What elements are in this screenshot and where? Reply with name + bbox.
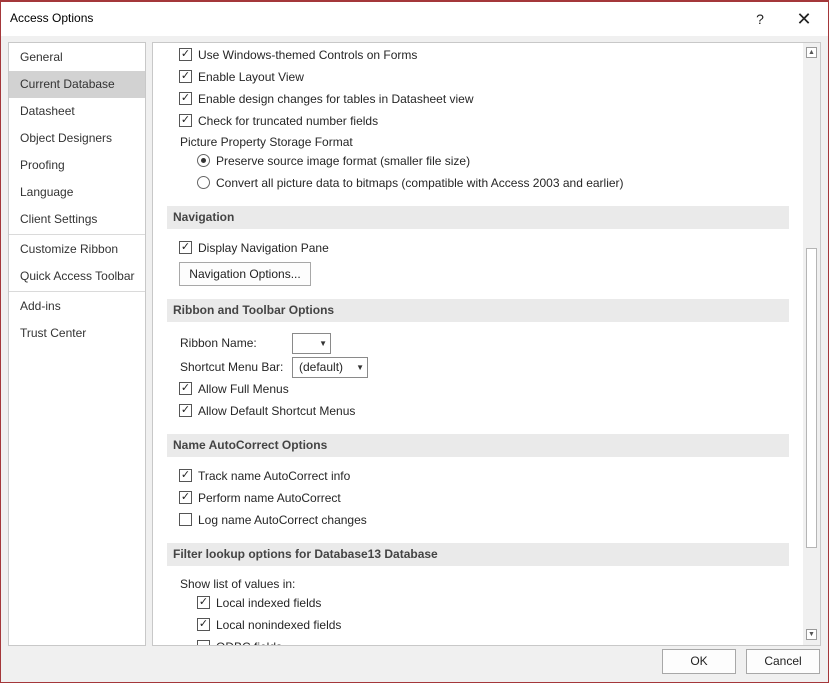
vertical-scrollbar[interactable]: ▲ ▼ (803, 43, 820, 645)
checkbox[interactable]: ✓ (179, 469, 192, 482)
checkbox[interactable]: ✓ (197, 596, 210, 609)
sidebar-item-customize-ribbon[interactable]: Customize Ribbon (9, 236, 145, 263)
navigation-options-button[interactable]: Navigation Options... (179, 262, 311, 286)
title-bar: Access Options ? ✕ (1, 2, 828, 36)
checkbox[interactable]: ✓ (179, 382, 192, 395)
checkbox[interactable]: ✓ (179, 241, 192, 254)
help-icon[interactable]: ? (747, 6, 773, 32)
radio-button[interactable] (197, 154, 210, 167)
checkbox[interactable] (197, 640, 210, 645)
sidebar-item-client-settings[interactable]: Client Settings (9, 206, 145, 233)
sidebar-item-proofing[interactable]: Proofing (9, 152, 145, 179)
sidebar-item-add-ins[interactable]: Add-ins (9, 293, 145, 320)
checkbox[interactable]: ✓ (179, 92, 192, 105)
ribbon-name-label: Ribbon Name: (180, 336, 257, 350)
checkbox[interactable]: ✓ (179, 48, 192, 61)
sidebar-item-quick-access-toolbar[interactable]: Quick Access Toolbar (9, 263, 145, 290)
shortcut-menu-bar-dropdown[interactable]: (default) ▼ (292, 357, 368, 378)
chevron-down-icon: ▼ (356, 363, 364, 372)
sidebar-item-current-database[interactable]: Current Database (9, 71, 145, 98)
cancel-button[interactable]: Cancel (746, 649, 820, 674)
section-name-autocorrect: Name AutoCorrect Options (167, 434, 789, 457)
sidebar-item-object-designers[interactable]: Object Designers (9, 125, 145, 152)
category-sidebar: General Current Database Datasheet Objec… (8, 42, 146, 646)
access-options-dialog: Access Options ? ✕ General Current Datab… (0, 0, 829, 683)
checkbox[interactable] (179, 513, 192, 526)
section-filter-lookup: Filter lookup options for Database13 Dat… (167, 543, 789, 566)
ribbon-name-dropdown[interactable]: ▼ (292, 333, 331, 354)
sidebar-divider (9, 234, 145, 235)
checkbox[interactable]: ✓ (197, 618, 210, 631)
chevron-down-icon: ▼ (319, 339, 327, 348)
radio-button[interactable] (197, 176, 210, 189)
sidebar-item-general[interactable]: General (9, 44, 145, 71)
show-list-label: Show list of values in: (180, 577, 296, 591)
shortcut-menu-bar-label: Shortcut Menu Bar: (180, 360, 284, 374)
scroll-down-icon[interactable]: ▼ (806, 629, 817, 640)
checkbox[interactable]: ✓ (179, 70, 192, 83)
section-ribbon-toolbar: Ribbon and Toolbar Options (167, 299, 789, 322)
close-icon[interactable]: ✕ (789, 6, 819, 32)
picture-storage-heading: Picture Property Storage Format (180, 135, 353, 149)
window-title: Access Options (10, 11, 94, 25)
checkbox[interactable]: ✓ (179, 114, 192, 127)
sidebar-divider (9, 291, 145, 292)
sidebar-item-language[interactable]: Language (9, 179, 145, 206)
checkbox[interactable]: ✓ (179, 491, 192, 504)
section-navigation: Navigation (167, 206, 789, 229)
sidebar-item-trust-center[interactable]: Trust Center (9, 320, 145, 347)
ok-button[interactable]: OK (662, 649, 736, 674)
sidebar-item-datasheet[interactable]: Datasheet (9, 98, 145, 125)
options-content-panel: ✓ Use Windows-themed Controls on Forms ✓… (152, 42, 821, 646)
checkbox[interactable]: ✓ (179, 404, 192, 417)
scroll-thumb[interactable] (806, 248, 817, 548)
scroll-up-icon[interactable]: ▲ (806, 47, 817, 58)
